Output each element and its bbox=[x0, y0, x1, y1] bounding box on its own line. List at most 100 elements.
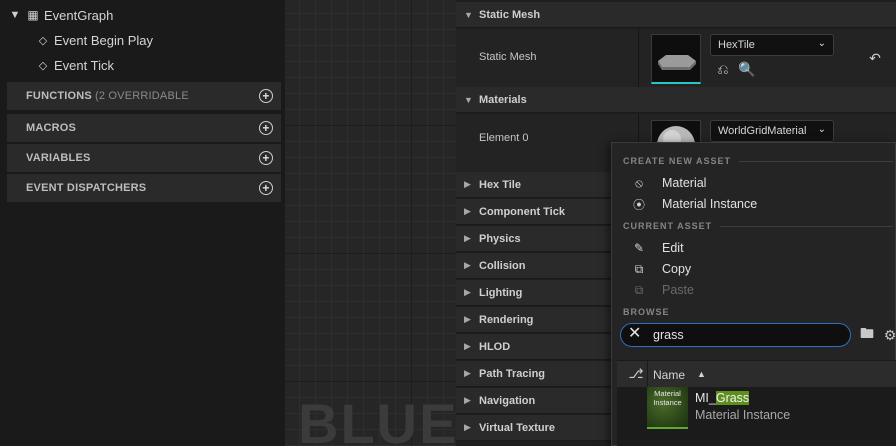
menu-item-label: Material Instance bbox=[662, 197, 758, 211]
collapsed-triangle-icon: ▶ bbox=[464, 206, 471, 216]
static-mesh-thumbnail[interactable] bbox=[651, 34, 701, 84]
create-new-asset-header: CREATE NEW ASSET bbox=[623, 156, 893, 166]
category-label: HLOD bbox=[479, 340, 511, 353]
asset-thumbnail-caption: Material Instance bbox=[653, 389, 682, 407]
tree-item-event-tick[interactable]: ◇ Event Tick bbox=[36, 54, 114, 76]
element-0-label: Element 0 bbox=[479, 132, 529, 144]
menu-item-label: Material bbox=[662, 176, 707, 190]
category-label: Collision bbox=[479, 259, 526, 272]
section-macros-label: MACROS bbox=[26, 122, 77, 134]
material-instance-icon: ⦿ bbox=[632, 197, 645, 212]
browse-to-asset-icon[interactable]: 🔍 bbox=[738, 60, 756, 78]
menu-item-material[interactable]: ⦸ Material bbox=[635, 173, 707, 193]
search-value: grass bbox=[653, 328, 684, 342]
material-dropdown[interactable]: WorldGridMaterial ⌄ bbox=[710, 120, 834, 142]
event-node-icon: ◇ bbox=[38, 34, 48, 47]
category-static-mesh[interactable]: ▼ Static Mesh bbox=[456, 2, 896, 28]
section-variables-label: VARIABLES bbox=[26, 152, 91, 164]
chevron-down-icon: ⌄ bbox=[817, 38, 826, 49]
menu-item-label: Edit bbox=[662, 241, 684, 255]
add-macro-button[interactable]: + bbox=[259, 121, 273, 135]
menu-item-label: Copy bbox=[662, 262, 692, 276]
category-label: Navigation bbox=[479, 394, 536, 407]
tree-item-event-begin-play[interactable]: ◇ Event Begin Play bbox=[36, 29, 153, 51]
collapsed-triangle-icon: ▶ bbox=[464, 368, 471, 378]
use-selected-asset-icon[interactable]: ⎌ bbox=[714, 60, 732, 78]
static-mesh-dropdown[interactable]: HexTile ⌄ bbox=[710, 34, 834, 56]
asset-picker-popup: CREATE NEW ASSET ⦸ Material ⦿ Material I… bbox=[611, 142, 896, 446]
section-functions-suffix: (2 OVERRIDABLE bbox=[94, 90, 189, 102]
collapsed-triangle-icon: ▶ bbox=[464, 314, 471, 324]
paste-icon: ⧉ bbox=[634, 282, 644, 297]
event-node-icon: ◇ bbox=[38, 59, 48, 72]
asset-search-input[interactable]: ✕ grass bbox=[620, 323, 851, 347]
current-asset-header: CURRENT ASSET bbox=[623, 221, 893, 231]
collapsed-triangle-icon: ▶ bbox=[464, 233, 471, 243]
branch-filter-icon[interactable]: ⎇ bbox=[628, 366, 644, 382]
chevron-down-icon: ⌄ bbox=[817, 124, 826, 135]
collapsed-triangle-icon: ▶ bbox=[464, 422, 471, 432]
browse-header: BROWSE bbox=[623, 307, 893, 317]
section-functions[interactable]: FUNCTIONS (2 OVERRIDABLE + bbox=[7, 82, 281, 110]
category-label: Rendering bbox=[479, 313, 534, 326]
asset-name-search-match: Grass bbox=[715, 391, 750, 405]
menu-item-copy[interactable]: ⧉ Copy bbox=[635, 259, 692, 279]
reset-to-default-icon[interactable]: ↶ bbox=[866, 49, 884, 67]
pencil-icon: ✎ bbox=[633, 241, 645, 255]
event-begin-play-label: Event Begin Play bbox=[54, 32, 154, 48]
event-tick-label: Event Tick bbox=[54, 57, 114, 73]
menu-item-paste: ⧉ Paste bbox=[635, 280, 694, 300]
category-materials[interactable]: ▼ Materials bbox=[456, 87, 896, 113]
section-variables[interactable]: VARIABLES + bbox=[7, 144, 281, 172]
asset-list-item[interactable]: Material Instance MI_Grass Material Inst… bbox=[617, 387, 896, 446]
static-mesh-value: HexTile bbox=[718, 39, 755, 51]
column-divider[interactable] bbox=[638, 29, 639, 87]
category-label: Path Tracing bbox=[479, 367, 546, 380]
create-new-asset-header-label: CREATE NEW ASSET bbox=[623, 156, 732, 166]
category-label: Hex Tile bbox=[479, 178, 521, 191]
browse-header-label: BROWSE bbox=[623, 307, 670, 317]
settings-gear-icon[interactable]: ⚙ bbox=[881, 326, 896, 344]
graph-icon: ▦ bbox=[27, 8, 39, 22]
section-macros[interactable]: MACROS + bbox=[7, 114, 281, 142]
section-event-dispatchers-label: EVENT DISPATCHERS bbox=[26, 182, 147, 194]
collapse-triangle-icon[interactable]: ▼ bbox=[8, 9, 22, 21]
menu-item-edit[interactable]: ✎ Edit bbox=[634, 238, 684, 258]
expanded-triangle-icon: ▼ bbox=[464, 94, 473, 105]
asset-thumbnail[interactable]: Material Instance bbox=[647, 387, 688, 429]
category-label: Virtual Texture bbox=[479, 421, 556, 434]
menu-item-material-instance[interactable]: ⦿ Material Instance bbox=[633, 194, 758, 214]
name-column-header[interactable]: Name bbox=[653, 368, 685, 382]
category-label: Component Tick bbox=[479, 205, 565, 218]
sort-ascending-icon[interactable]: ▲ bbox=[697, 369, 706, 379]
category-label: Physics bbox=[479, 232, 521, 245]
collapsed-triangle-icon: ▶ bbox=[464, 287, 471, 297]
blueprint-graph-canvas[interactable] bbox=[285, 0, 456, 446]
add-event-dispatcher-button[interactable]: + bbox=[259, 181, 273, 195]
folder-filter-icon[interactable]: 🖿 bbox=[858, 325, 876, 344]
tree-item-eventgraph[interactable]: ▼ ▦ EventGraph bbox=[8, 4, 114, 26]
static-mesh-property-label: Static Mesh bbox=[479, 51, 537, 63]
add-function-button[interactable]: + bbox=[259, 89, 273, 103]
add-variable-button[interactable]: + bbox=[259, 151, 273, 165]
asset-name-prefix: MI_ bbox=[695, 391, 716, 405]
my-blueprint-panel: ▼ ▦ EventGraph ◇ Event Begin Play ◇ Even… bbox=[0, 0, 285, 446]
section-functions-label: FUNCTIONS bbox=[26, 90, 92, 102]
section-event-dispatchers[interactable]: EVENT DISPATCHERS + bbox=[7, 174, 281, 202]
collapsed-triangle-icon: ▶ bbox=[464, 341, 471, 351]
expanded-triangle-icon: ▼ bbox=[464, 9, 473, 20]
collapsed-triangle-icon: ▶ bbox=[464, 179, 471, 189]
copy-icon: ⧉ bbox=[634, 261, 644, 276]
clear-search-icon[interactable]: ✕ bbox=[628, 326, 641, 342]
asset-type-label: Material Instance bbox=[695, 408, 791, 422]
current-asset-header-label: CURRENT ASSET bbox=[623, 221, 713, 231]
category-static-mesh-label: Static Mesh bbox=[479, 8, 541, 21]
menu-item-label: Paste bbox=[662, 283, 694, 297]
asset-list-header: ⎇ Name ▲ bbox=[617, 360, 896, 387]
collapsed-triangle-icon: ▶ bbox=[464, 260, 471, 270]
graph-watermark: BLUEI bbox=[298, 396, 456, 446]
collapsed-triangle-icon: ▶ bbox=[464, 395, 471, 405]
category-materials-label: Materials bbox=[479, 93, 527, 106]
eventgraph-label: EventGraph bbox=[44, 7, 114, 23]
material-value: WorldGridMaterial bbox=[718, 125, 807, 137]
